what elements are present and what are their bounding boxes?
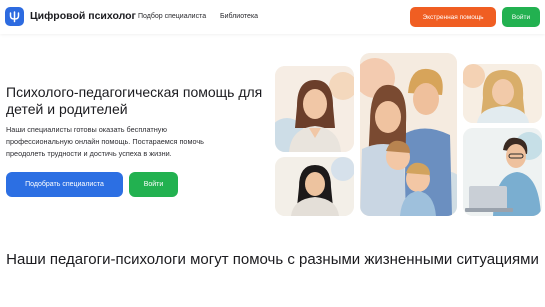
psychologist-blonde-woman-photo — [463, 64, 542, 123]
psychologist-asian-woman-photo — [275, 157, 354, 216]
psychologist-woman-photo — [275, 66, 354, 152]
hero-title: Психолого-педагогическая помощь для дете… — [6, 84, 263, 117]
psi-logo-icon[interactable] — [5, 7, 24, 26]
happy-family-photo — [360, 53, 457, 216]
section-title: Наши педагоги-психологи могут помочь с р… — [6, 251, 539, 268]
site-header: Цифровой психолог Подбор специалиста Биб… — [0, 0, 545, 34]
psychologist-man-laptop-photo — [463, 128, 542, 216]
find-specialist-button[interactable]: Подобрать специалиста — [6, 172, 123, 197]
nav-link-library[interactable]: Библиотека — [220, 13, 258, 20]
header-login-button[interactable]: Войти — [502, 7, 540, 27]
brand-name[interactable]: Цифровой психолог — [30, 10, 136, 22]
hero-description: Наши специалисты готовы оказать бесплатн… — [6, 125, 204, 158]
emergency-help-button[interactable]: Экстренная помощь — [410, 7, 496, 27]
nav-link-find-specialist[interactable]: Подбор специалиста — [138, 13, 206, 20]
hero-login-button[interactable]: Войти — [129, 172, 178, 197]
